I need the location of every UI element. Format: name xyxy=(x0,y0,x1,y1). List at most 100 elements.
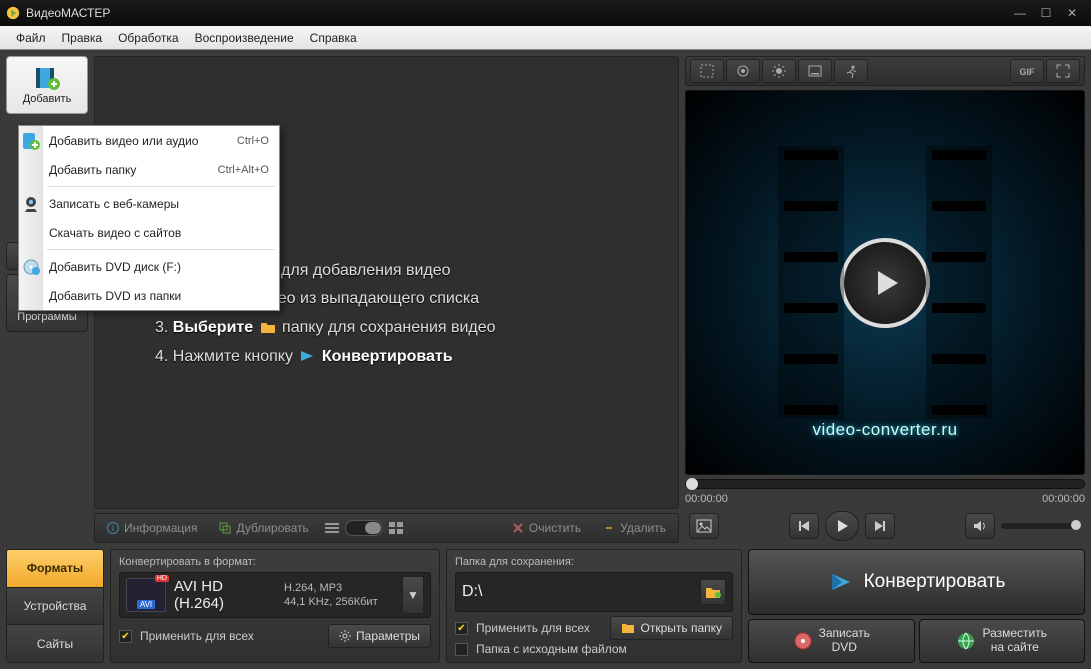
video-preview[interactable]: video-converter.ru xyxy=(685,90,1085,475)
add-button[interactable]: Добавить xyxy=(6,56,88,114)
brightness-button[interactable] xyxy=(762,59,796,83)
format-dropdown-button[interactable]: ▼ xyxy=(402,576,424,614)
publish-web-button[interactable]: Разместитьна сайте xyxy=(919,619,1086,663)
open-folder-button[interactable]: Открыть папку xyxy=(610,616,733,640)
app-window: ВидеоМАСТЕР — ☐ ✕ Файл Правка Обработка … xyxy=(0,0,1091,669)
seek-bar[interactable] xyxy=(685,479,1085,489)
dd-add-media[interactable]: Добавить видео или аудиоCtrl+O xyxy=(19,126,279,155)
gif-button[interactable]: GIF xyxy=(1010,59,1044,83)
menu-playback[interactable]: Воспроизведение xyxy=(187,28,302,48)
format-title: Конвертировать в формат: xyxy=(119,556,431,568)
list-view-icon xyxy=(325,522,339,534)
next-button[interactable] xyxy=(865,513,895,539)
duplicate-button[interactable]: Дублировать xyxy=(213,518,314,538)
preview-watermark: video-converter.ru xyxy=(812,420,957,440)
format-selector[interactable]: HDAVI AVI HD (H.264) H.264, MP344,1 KHz,… xyxy=(119,572,431,618)
action-panel: Конвертировать ЗаписатьDVD Разместитьна … xyxy=(748,549,1085,663)
folder-icon xyxy=(705,585,721,599)
speed-button[interactable] xyxy=(834,59,868,83)
transport-bar xyxy=(685,509,1085,543)
add-label: Добавить xyxy=(23,93,72,105)
burn-dvd-button[interactable]: ЗаписатьDVD xyxy=(748,619,915,663)
format-apply-all-checkbox[interactable]: ✔ xyxy=(119,630,132,643)
filmstrip-right xyxy=(926,146,992,419)
output-path-row: D:\ xyxy=(455,572,733,612)
image-icon xyxy=(696,519,712,533)
output-apply-all-label: Применить для всех xyxy=(476,621,602,635)
time-total: 00:00:00 xyxy=(1042,493,1085,505)
fullscreen-icon xyxy=(1055,63,1071,79)
add-dropdown-menu: Добавить видео или аудиоCtrl+O Добавить … xyxy=(18,125,280,311)
crop-button[interactable] xyxy=(690,59,724,83)
menu-edit[interactable]: Правка xyxy=(54,28,111,48)
menu-process[interactable]: Обработка xyxy=(110,28,187,48)
play-button[interactable] xyxy=(825,511,859,541)
duplicate-icon xyxy=(219,522,231,534)
format-panel: Конвертировать в формат: HDAVI AVI HD (H… xyxy=(110,549,440,663)
sun-icon xyxy=(771,63,787,79)
app-icon xyxy=(6,6,20,20)
add-media-icon xyxy=(22,132,40,150)
effects-button[interactable] xyxy=(726,59,760,83)
tab-formats[interactable]: Форматы xyxy=(7,550,103,588)
output-apply-all-checkbox[interactable]: ✔ xyxy=(455,622,468,635)
browse-folder-button[interactable] xyxy=(700,579,726,605)
convert-button[interactable]: Конвертировать xyxy=(748,549,1085,615)
time-current: 00:00:00 xyxy=(685,493,728,505)
dd-add-folder[interactable]: Добавить папкуCtrl+Alt+O xyxy=(19,155,279,184)
menu-help[interactable]: Справка xyxy=(302,28,365,48)
convert-icon xyxy=(828,570,854,594)
menu-bar: Файл Правка Обработка Воспроизведение Сп… xyxy=(0,26,1091,50)
clear-button[interactable]: Очистить xyxy=(506,518,587,538)
gif-icon: GIF xyxy=(1016,64,1038,78)
delete-button[interactable]: Удалить xyxy=(597,518,672,538)
dd-webcam[interactable]: Записать с веб-камеры xyxy=(19,189,279,218)
fullscreen-button[interactable] xyxy=(1046,59,1080,83)
crop-icon xyxy=(699,63,715,79)
dvd-icon xyxy=(22,258,40,276)
convert-inline-icon xyxy=(299,349,315,363)
menu-file[interactable]: Файл xyxy=(8,28,54,48)
preview-column: GIF video-converter.ru 00:00:00 00:00:00 xyxy=(685,56,1085,543)
filmstrip-plus-icon xyxy=(34,66,60,90)
text-overlay-button[interactable] xyxy=(798,59,832,83)
bottom-panel: Форматы Устройства Сайты Конвертировать … xyxy=(0,549,1091,669)
speaker-icon xyxy=(972,519,988,533)
dd-download[interactable]: Скачать видео с сайтов xyxy=(19,218,279,247)
output-path: D:\ xyxy=(462,583,694,601)
maximize-button[interactable]: ☐ xyxy=(1033,4,1059,22)
prev-button[interactable] xyxy=(789,513,819,539)
info-icon: i xyxy=(107,522,119,534)
output-src-folder-checkbox[interactable] xyxy=(455,643,468,656)
tab-sites[interactable]: Сайты xyxy=(7,625,103,662)
dd-separator xyxy=(47,186,275,187)
format-name: AVI HD (H.264) xyxy=(174,578,276,612)
dd-add-dvd-folder[interactable]: Добавить DVD из папки xyxy=(19,281,279,310)
grid-view-icon xyxy=(389,522,403,534)
minimize-button[interactable]: — xyxy=(1007,4,1033,22)
runner-icon xyxy=(843,63,859,79)
programs-label: Программы xyxy=(17,311,76,323)
prev-icon xyxy=(797,519,811,533)
screenshot-button[interactable] xyxy=(689,513,719,539)
dd-add-dvd-disc[interactable]: Добавить DVD диск (F:) xyxy=(19,252,279,281)
window-title: ВидеоМАСТЕР xyxy=(26,6,1007,20)
info-button[interactable]: iИнформация xyxy=(101,518,203,538)
instruction-line-4: 4. Нажмите кнопку Конвертировать xyxy=(155,343,496,372)
list-toolbar: iИнформация Дублировать Очистить Удалить xyxy=(94,513,679,543)
close-button[interactable]: ✕ xyxy=(1059,4,1085,22)
svg-text:GIF: GIF xyxy=(1020,67,1036,77)
svg-text:i: i xyxy=(112,523,114,533)
format-specs: H.264, MP344,1 KHz, 256Кбит xyxy=(284,581,394,610)
tab-devices[interactable]: Устройства xyxy=(7,588,103,626)
output-panel: Папка для сохранения: D:\ ✔ Применить дл… xyxy=(446,549,742,663)
filmstrip-left xyxy=(778,146,844,419)
disc-icon xyxy=(793,631,813,651)
play-icon xyxy=(834,518,850,534)
view-switch[interactable] xyxy=(325,520,403,536)
parameters-button[interactable]: Параметры xyxy=(328,624,431,648)
dd-separator xyxy=(47,249,275,250)
volume-slider[interactable] xyxy=(1001,523,1081,529)
text-icon xyxy=(807,63,823,79)
mute-button[interactable] xyxy=(965,513,995,539)
